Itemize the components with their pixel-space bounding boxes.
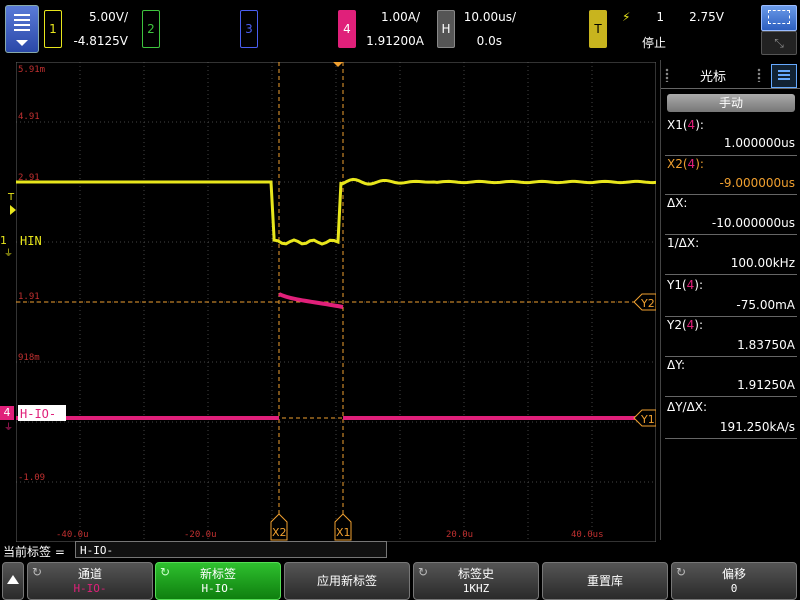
separator: [665, 274, 797, 275]
current-label-field[interactable]: H-IO-: [75, 541, 387, 558]
softkey-channel-value: H-IO-: [73, 582, 107, 595]
dy-value: 1.91250A: [737, 378, 795, 392]
softkey-new-label[interactable]: ↻ 新标签 H-IO-: [155, 562, 281, 600]
inv-dx-label: 1/ΔX:: [667, 236, 700, 250]
trigger-level-arrow: [10, 205, 16, 215]
trigger-level-marker[interactable]: T: [8, 192, 14, 203]
panel-header-separator: [661, 88, 800, 89]
y2-label: Y2(4):: [667, 318, 704, 332]
dx-value: -10.000000us: [711, 216, 795, 230]
main-menu-button[interactable]: [5, 5, 39, 53]
y-tick-label: 918m: [18, 353, 40, 363]
ch1-scale: 5.00V/: [89, 10, 128, 24]
top-bar: 1 5.00V/ -4.8125V 2 3 4 1.00A/ 1.91200A …: [0, 0, 800, 58]
trace-1-label: HIN: [20, 234, 42, 248]
trigger-position-marker[interactable]: [333, 62, 343, 67]
y2-value: 1.83750A: [737, 338, 795, 352]
softkey-channel-label: 通道: [77, 567, 102, 581]
ground-icon-1: ⏚: [4, 249, 14, 259]
y-tick-label: -1.09: [18, 473, 45, 483]
softkey-offset-value: 0: [730, 582, 738, 595]
softkey-channel[interactable]: ↻ 通道 H-IO-: [27, 562, 153, 600]
acquisition-status: 停止: [641, 36, 666, 50]
trace-4-label: H-IO-: [20, 407, 56, 421]
panel-drag-handle-2[interactable]: [757, 68, 761, 82]
horizontal-scale: 10.00us/: [463, 10, 516, 24]
current-label-title: 当前标签 =: [3, 545, 65, 559]
channel-3-badge[interactable]: 3: [240, 10, 258, 48]
x-tick-label: -20.0u: [184, 530, 217, 540]
separator: [665, 234, 797, 235]
separator: [665, 438, 797, 439]
y1-value: -75.00mA: [736, 298, 795, 312]
channel-4-ground-marker[interactable]: 4: [0, 406, 14, 420]
x2-value: -9.000000us: [719, 176, 795, 190]
trigger-badge[interactable]: T: [589, 10, 607, 48]
dydx-value: 191.250kA/s: [719, 420, 795, 434]
softkey-new-label-value: H-IO-: [201, 582, 235, 595]
x1-value: 1.000000us: [723, 136, 795, 150]
trigger-edge-icon: ⚡: [622, 10, 631, 24]
menu-icon: [14, 14, 30, 34]
trigger-source: 1: [656, 10, 664, 24]
softkey-apply-label[interactable]: 应用新标签: [284, 562, 410, 600]
dy-label: ΔY:: [667, 358, 685, 372]
cursor-x2-marker-label: X2: [272, 526, 287, 539]
y-tick-label: 4.91: [18, 112, 40, 122]
back-button[interactable]: [2, 562, 24, 600]
ch1-offset: -4.8125V: [73, 34, 128, 48]
cursor-mode-button[interactable]: 手动: [667, 94, 795, 112]
pan-tool-button[interactable]: ⤡: [761, 31, 797, 55]
panel-list-button[interactable]: [771, 64, 797, 88]
softkey-label-history[interactable]: ↻ 标签史 1KHZ: [413, 562, 539, 600]
y-tick-label: 5.91m: [18, 65, 45, 75]
dx-label: ΔX:: [667, 196, 688, 210]
cursor-y2-marker-label: Y2: [640, 297, 655, 310]
arrow-up-icon: [7, 575, 19, 584]
ch4-scale: 1.00A/: [381, 10, 420, 24]
y1-label: Y1(4):: [667, 278, 704, 292]
separator: [665, 155, 797, 156]
list-icon: [778, 70, 790, 82]
x-tick-label: 20.0u: [446, 530, 473, 540]
zoom-select-icon: [768, 10, 790, 24]
softkey-offset-label: 偏移: [721, 567, 746, 581]
separator: [665, 356, 797, 357]
panel-drag-handle[interactable]: [665, 68, 669, 82]
channel-4-trace-pulse: [278, 292, 344, 309]
horizontal-delay: 0.0s: [476, 34, 502, 48]
x1-label: X1(4):: [667, 118, 704, 132]
cursor-panel: 光标 手动 X1(4): 1.000000us X2(4): -9.000000…: [660, 60, 800, 540]
softkey-offset[interactable]: ↻ 偏移 0: [671, 562, 797, 600]
chevron-down-icon: [16, 40, 28, 46]
softkey-new-label-label: 新标签: [199, 567, 236, 581]
separator: [665, 194, 797, 195]
inv-dx-value: 100.00kHz: [730, 256, 795, 270]
waveform-display[interactable]: 5.91m4.912.911.91918m-1.09 -40.0u -20.0u 2…: [16, 62, 656, 542]
softkey-label-history-value: 1KHZ: [462, 582, 490, 595]
horizontal-badge[interactable]: H: [437, 10, 455, 48]
dydx-label: ΔY/ΔX:: [667, 400, 708, 414]
zoom-select-button[interactable]: [761, 5, 797, 31]
ch4-offset: 1.91200A: [366, 34, 424, 48]
x-tick-label: 40.0us: [571, 530, 604, 540]
cursor-y1-marker-label: Y1: [640, 413, 655, 426]
softkey-reset-library-label: 重置库: [586, 574, 623, 588]
softkey-label-history-label: 标签史: [457, 567, 494, 581]
separator: [665, 316, 797, 317]
x-tick-label: -40.0u: [56, 530, 89, 540]
channel-2-badge[interactable]: 2: [142, 10, 160, 48]
y-tick-label: 1.91: [18, 292, 40, 302]
softkey-reset-library[interactable]: 重置库: [542, 562, 668, 600]
ground-icon-4: ⏚: [4, 423, 14, 433]
separator: [665, 396, 797, 397]
x2-label: X2(4):: [667, 157, 704, 171]
panel-title: 光标: [699, 70, 726, 85]
channel-1-badge[interactable]: 1: [44, 10, 62, 48]
cursor-x1-marker-label: X1: [336, 526, 351, 539]
softkey-apply-label-label: 应用新标签: [316, 574, 377, 588]
trigger-level: 2.75V: [689, 10, 724, 24]
